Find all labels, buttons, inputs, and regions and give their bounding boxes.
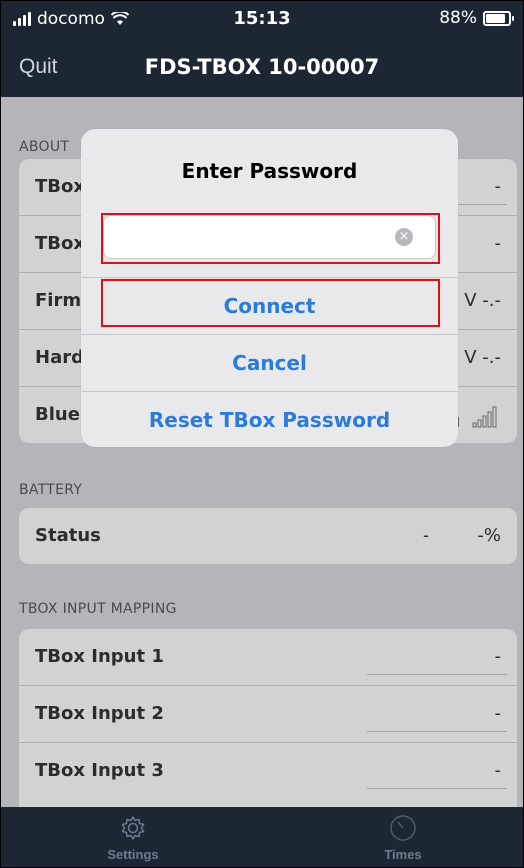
dialog-title: Enter Password <box>181 159 358 183</box>
tab-times[interactable]: Times <box>343 813 463 862</box>
battery-percent: 88% <box>439 8 477 28</box>
tab-times-label: Times <box>384 847 422 862</box>
connect-button[interactable]: Connect <box>81 277 458 334</box>
password-field[interactable]: × <box>103 215 436 259</box>
app-screen: docomo 15:13 88% Quit FDS-TBOX 10-00007 … <box>0 0 524 868</box>
password-dialog: Enter Password × Connect Cancel Reset TB… <box>81 129 458 447</box>
cancel-button[interactable]: Cancel <box>81 334 458 391</box>
clear-text-icon[interactable]: × <box>395 228 413 246</box>
battery-icon <box>483 10 514 26</box>
reset-password-button[interactable]: Reset TBox Password <box>81 391 458 447</box>
tab-settings-label: Settings <box>107 847 159 862</box>
gear-icon <box>121 816 145 840</box>
tab-bar: Settings Times <box>1 807 523 867</box>
stopwatch-icon <box>390 815 416 841</box>
tab-settings[interactable]: Settings <box>73 813 193 862</box>
password-input[interactable] <box>112 222 396 254</box>
page-title: FDS-TBOX 10-00007 <box>144 55 380 79</box>
nav-bar: Quit FDS-TBOX 10-00007 <box>1 37 523 97</box>
status-bar: docomo 15:13 88% <box>1 1 523 37</box>
battery-indicator: 88% <box>439 8 514 28</box>
